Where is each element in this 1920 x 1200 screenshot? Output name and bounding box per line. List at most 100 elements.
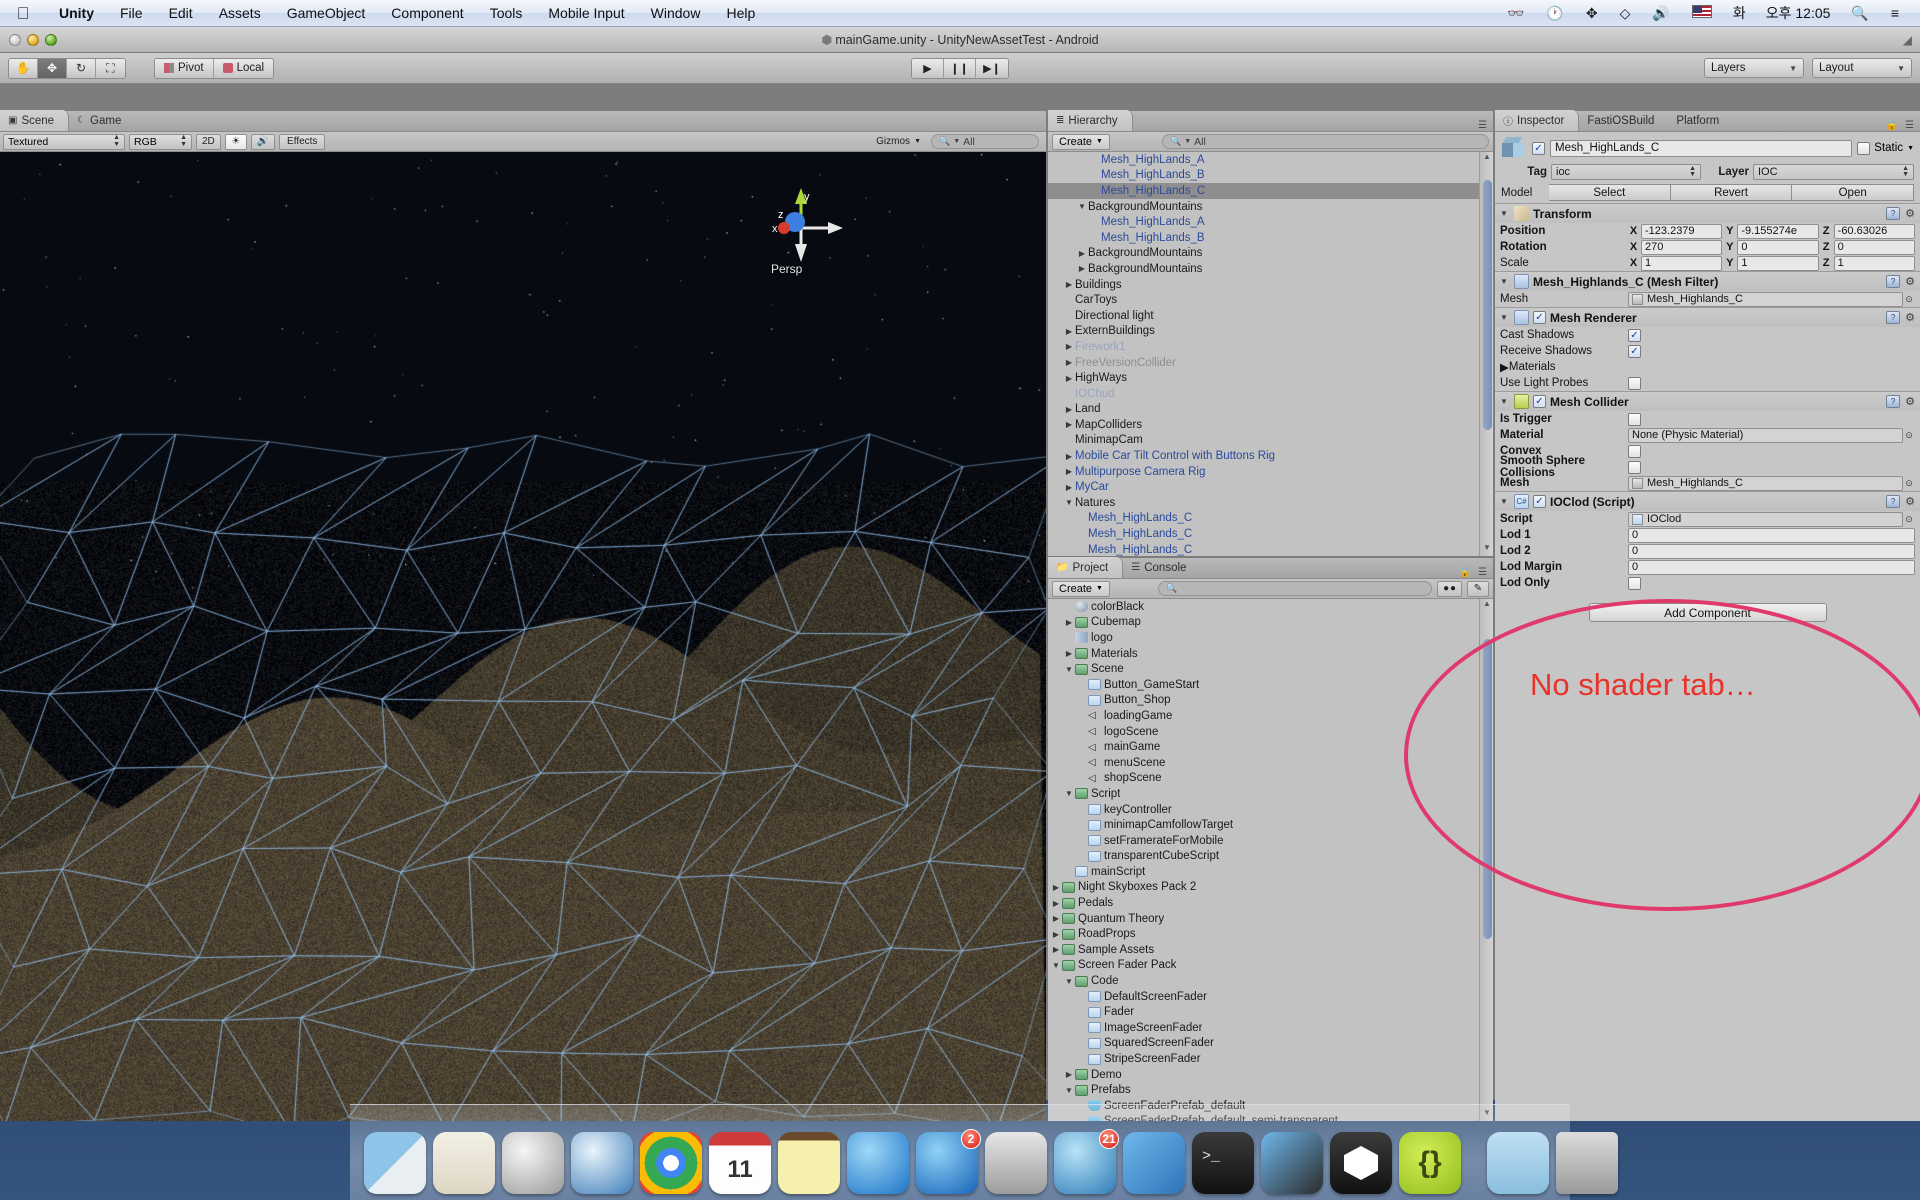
scale-tool[interactable]: ⛶ bbox=[96, 59, 125, 78]
binoculars-icon[interactable]: 👓 bbox=[1496, 0, 1535, 27]
field-x[interactable]: 1 bbox=[1641, 256, 1722, 271]
label-filter-icon[interactable]: ● ● bbox=[1437, 581, 1462, 597]
chevron-down-icon[interactable]: ▼ bbox=[1907, 145, 1914, 152]
twisty-icon[interactable]: ▶ bbox=[1063, 467, 1075, 476]
foldout-icon[interactable]: ▼ bbox=[1500, 497, 1510, 506]
project-row[interactable]: minimapCamfollowTarget bbox=[1048, 817, 1479, 833]
hierarchy-search-input[interactable]: 🔍 ▼ All bbox=[1162, 134, 1489, 149]
menu-item-tools[interactable]: Tools bbox=[477, 0, 536, 27]
project-row[interactable]: ▼ Screen Fader Pack bbox=[1048, 958, 1479, 974]
static-toggle[interactable]: Static ▼ bbox=[1857, 142, 1914, 155]
object-picker-icon[interactable]: ⊙ bbox=[1903, 294, 1915, 305]
number-field[interactable]: 0 bbox=[1628, 560, 1915, 575]
dock-item-mail[interactable] bbox=[433, 1132, 495, 1194]
object-field[interactable]: None (Physic Material) bbox=[1628, 428, 1903, 443]
project-scroll-thumb[interactable] bbox=[1483, 639, 1492, 939]
apple-logo-icon[interactable]:  bbox=[0, 5, 46, 22]
dock-item-downloads-folder[interactable] bbox=[1487, 1132, 1549, 1194]
foldout-icon[interactable]: ▼ bbox=[1500, 397, 1510, 406]
project-row[interactable]: ◁ menuScene bbox=[1048, 755, 1479, 771]
project-row[interactable]: ▶ Quantum Theory bbox=[1048, 911, 1479, 927]
twisty-icon[interactable]: ▶ bbox=[1050, 914, 1062, 923]
project-row[interactable]: Fader bbox=[1048, 1004, 1479, 1020]
foldout-icon[interactable]: ▼ bbox=[1500, 313, 1510, 322]
hierarchy-row[interactable]: ▶ Multipurpose Camera Rig bbox=[1048, 464, 1479, 480]
project-row[interactable]: ▼ Script bbox=[1048, 786, 1479, 802]
project-search-input[interactable]: 🔍 bbox=[1158, 581, 1432, 596]
layers-dropdown[interactable]: Layers ▼ bbox=[1704, 58, 1804, 78]
hierarchy-row[interactable]: ▶ MapColliders bbox=[1048, 417, 1479, 433]
model-select-button[interactable]: Select bbox=[1549, 184, 1671, 201]
bluetooth-icon[interactable]: ✥ bbox=[1575, 0, 1609, 27]
gizmos-dropdown[interactable]: Gizmos ▼ bbox=[871, 134, 926, 150]
hand-tool[interactable]: ✋ bbox=[9, 59, 38, 78]
hierarchy-row[interactable]: ▶ MyCar bbox=[1048, 479, 1479, 495]
project-create-button[interactable]: Create ▼ bbox=[1052, 581, 1110, 597]
hierarchy-row[interactable]: ▶ ExternBuildings bbox=[1048, 324, 1479, 340]
menu-item-mobile-input[interactable]: Mobile Input bbox=[535, 0, 637, 27]
project-row[interactable]: Button_GameStart bbox=[1048, 677, 1479, 693]
hierarchy-row[interactable]: CarToys bbox=[1048, 292, 1479, 308]
hierarchy-row[interactable]: ▼ Natures bbox=[1048, 495, 1479, 511]
object-enabled-checkbox[interactable]: ✓ bbox=[1532, 142, 1545, 155]
layout-dropdown[interactable]: Layout ▼ bbox=[1812, 58, 1912, 78]
twisty-icon[interactable]: ▶ bbox=[1076, 264, 1088, 273]
twisty-icon[interactable]: ▼ bbox=[1063, 498, 1075, 507]
tag-dropdown[interactable]: ioc ▲ ▼ bbox=[1551, 164, 1701, 180]
project-row[interactable]: ▶ Demo bbox=[1048, 1067, 1479, 1083]
hierarchy-row[interactable]: Mesh_HighLands_A bbox=[1048, 152, 1479, 168]
hierarchy-row[interactable]: ▶ Land bbox=[1048, 402, 1479, 418]
twisty-icon[interactable]: ▼ bbox=[1063, 1086, 1075, 1095]
help-icon[interactable]: ? bbox=[1886, 275, 1900, 288]
field-x[interactable]: 270 bbox=[1641, 240, 1722, 255]
project-row[interactable]: ▼ Scene bbox=[1048, 661, 1479, 677]
project-row[interactable]: ▶ Pedals bbox=[1048, 895, 1479, 911]
gear-icon[interactable]: ⚙ bbox=[1905, 311, 1915, 324]
project-row[interactable]: ◁ mainGame bbox=[1048, 739, 1479, 755]
help-icon[interactable]: ? bbox=[1886, 207, 1900, 220]
menu-item-window[interactable]: Window bbox=[638, 0, 714, 27]
scroll-up-icon[interactable]: ▲ bbox=[1480, 599, 1494, 612]
dock-item-itunes[interactable] bbox=[847, 1132, 909, 1194]
property-checkbox[interactable] bbox=[1628, 413, 1641, 426]
project-row[interactable]: DefaultScreenFader bbox=[1048, 989, 1479, 1005]
dock-item-calendar[interactable]: 11 bbox=[709, 1132, 771, 1194]
layer-dropdown[interactable]: IOC ▲ ▼ bbox=[1753, 164, 1914, 180]
menu-item-file[interactable]: File bbox=[107, 0, 156, 27]
hierarchy-scrollbar[interactable]: ▲ ▼ bbox=[1479, 152, 1493, 556]
project-row[interactable]: ▶ RoadProps bbox=[1048, 926, 1479, 942]
playback-controls[interactable]: ▶ ❙❙ ▶❙ bbox=[911, 58, 1009, 79]
dock-item-app-store[interactable]: 2 bbox=[916, 1132, 978, 1194]
property-checkbox[interactable]: ✓ bbox=[1628, 345, 1641, 358]
project-row[interactable]: ImageScreenFader bbox=[1048, 1020, 1479, 1036]
hierarchy-row[interactable]: ▶ FreeVersionCollider bbox=[1048, 355, 1479, 371]
hierarchy-row[interactable]: Mesh_HighLands_A bbox=[1048, 214, 1479, 230]
twisty-icon[interactable]: ▶ bbox=[1050, 899, 1062, 908]
scene-viewport[interactable]: z x y Persp bbox=[0, 152, 1046, 1121]
dock-item-unity[interactable] bbox=[1330, 1132, 1392, 1194]
gear-icon[interactable]: ⚙ bbox=[1905, 275, 1915, 288]
hierarchy-row[interactable]: IOChud bbox=[1048, 386, 1479, 402]
twisty-icon[interactable]: ▶ bbox=[1050, 883, 1062, 892]
component-header[interactable]: ▼ C# ✓ IOClod (Script)? ⚙ bbox=[1495, 492, 1920, 511]
twisty-icon[interactable]: ▼ bbox=[1063, 977, 1075, 986]
wifi-icon[interactable]: ◇ bbox=[1609, 0, 1642, 27]
hierarchy-row[interactable]: Mesh_HighLands_C bbox=[1048, 542, 1479, 556]
scroll-down-icon[interactable]: ▼ bbox=[1480, 543, 1494, 556]
menu-item-component[interactable]: Component bbox=[378, 0, 476, 27]
pause-button[interactable]: ❙❙ bbox=[944, 59, 976, 78]
twisty-icon[interactable]: ▶ bbox=[1063, 280, 1075, 289]
number-field[interactable]: 0 bbox=[1628, 528, 1915, 543]
dock-item-terminal[interactable]: >_ bbox=[1192, 1132, 1254, 1194]
dock-item-trash[interactable] bbox=[1556, 1132, 1618, 1194]
gear-icon[interactable]: ⚙ bbox=[1905, 495, 1915, 508]
menu-item-edit[interactable]: Edit bbox=[156, 0, 206, 27]
hierarchy-row[interactable]: ▼ BackgroundMountains bbox=[1048, 199, 1479, 215]
hierarchy-row[interactable]: Mesh_HighLands_C bbox=[1048, 526, 1479, 542]
project-row[interactable]: ▼ Code bbox=[1048, 973, 1479, 989]
us-flag-icon[interactable] bbox=[1681, 0, 1723, 27]
tab-project[interactable]: 📁 Project bbox=[1048, 557, 1123, 578]
volume-icon[interactable]: 🔊 bbox=[1641, 0, 1680, 27]
static-checkbox[interactable] bbox=[1857, 142, 1870, 155]
lock-icon[interactable]: 🔒 bbox=[1886, 120, 1898, 131]
